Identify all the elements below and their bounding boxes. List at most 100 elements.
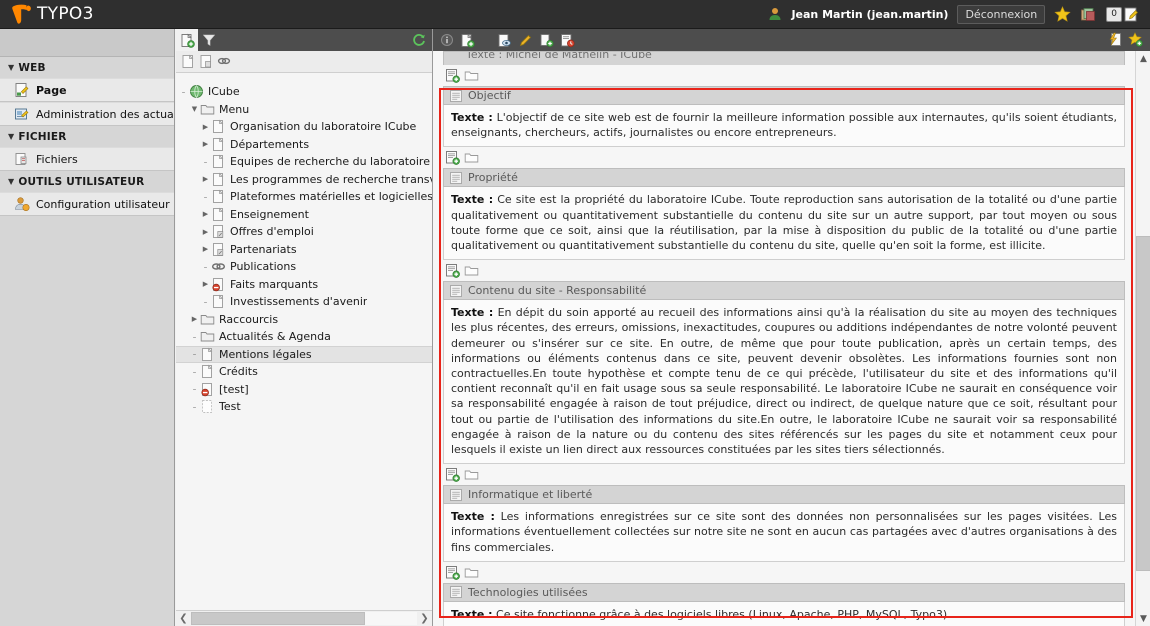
- refresh-icon[interactable]: [412, 33, 426, 47]
- new-content-element-icon[interactable]: [445, 150, 460, 166]
- tree-node[interactable]: ▶ Raccourcis: [176, 311, 432, 329]
- caret-right-icon[interactable]: ▶: [200, 210, 211, 218]
- sidebar-group-fichier[interactable]: ▼ FICHIER: [0, 126, 174, 147]
- page-icon: [211, 189, 226, 204]
- content-vertical-scrollbar[interactable]: ▲ ▼: [1135, 51, 1150, 626]
- tree-node[interactable]: – Publications: [176, 258, 432, 276]
- new-content-element-icon[interactable]: [445, 565, 460, 580]
- clear-cache-icon[interactable]: [1108, 32, 1123, 47]
- clipboard-icon[interactable]: [1080, 6, 1097, 23]
- content-element-header[interactable]: Objectif: [443, 86, 1125, 105]
- caret-right-icon[interactable]: ▶: [200, 123, 211, 131]
- caret-right-icon[interactable]: ▶: [200, 245, 211, 253]
- content-element-body: Texte : L'objectif de ce site web est de…: [443, 105, 1125, 148]
- content-element-body: Texte : Ce site est la propriété du labo…: [443, 187, 1125, 261]
- sidebar-group-web[interactable]: ▼ WEB: [0, 57, 174, 78]
- info-icon[interactable]: [436, 30, 457, 51]
- logout-button[interactable]: Déconnexion: [957, 4, 1046, 24]
- caret-right-icon[interactable]: ▶: [200, 228, 211, 236]
- sidebar-item-administration-des-actualit-s[interactable]: Administration des actualités: [0, 102, 174, 126]
- paste-folder-icon[interactable]: [464, 150, 479, 165]
- content-element[interactable]: Technologies utilisées Texte : Ce site fo…: [443, 582, 1125, 626]
- filter-funnel-icon[interactable]: [198, 29, 220, 51]
- new-page-icon[interactable]: [176, 29, 198, 51]
- tree-node[interactable]: ▶ Départements: [176, 136, 432, 154]
- content-element-text: Les informations enregistrées sur ce sit…: [451, 510, 1117, 554]
- tree-node-label: [test]: [219, 382, 249, 396]
- content-element[interactable]: Contenu du site - Responsabilité Texte : …: [443, 281, 1125, 465]
- tree-node-label: Test: [219, 400, 241, 414]
- tree-node[interactable]: ▶ Partenariats: [176, 241, 432, 259]
- move-page-icon[interactable]: [536, 30, 557, 51]
- view-page-icon[interactable]: [494, 30, 515, 51]
- caret-right-icon[interactable]: ▶: [189, 315, 200, 323]
- new-record-icon[interactable]: [457, 30, 478, 51]
- content-element[interactable]: Propriété Texte : Ce site est la propriét…: [443, 168, 1125, 261]
- tree-node[interactable]: ▶ Les programmes de recherche transv: [176, 171, 432, 189]
- tree-node-label: Menu: [219, 102, 250, 116]
- tree-node[interactable]: – Mentions légales: [176, 345, 432, 363]
- content-element[interactable]: Objectif Texte : L'objectif de ce site we…: [443, 86, 1125, 148]
- caret-right-icon[interactable]: ▶: [200, 140, 211, 148]
- chevron-right-icon[interactable]: ❯: [417, 611, 432, 626]
- sidebar-group-outils-utilisateur[interactable]: ▼ OUTILS UTILISATEUR: [0, 171, 174, 192]
- add-bookmark-icon[interactable]: [1128, 32, 1143, 47]
- sidebar-item-configuration-utilisateur[interactable]: Configuration utilisateur: [0, 192, 174, 216]
- new-content-element-icon[interactable]: [445, 68, 460, 83]
- new-content-element-icon[interactable]: [445, 467, 460, 483]
- element-actions: [439, 65, 1129, 86]
- caret-down-icon[interactable]: ▼: [189, 105, 200, 113]
- content-element-header[interactable]: Informatique et liberté: [443, 485, 1125, 505]
- page-blank-icon[interactable]: [181, 54, 196, 69]
- paste-folder-icon[interactable]: [464, 68, 479, 83]
- tree-node-label: Faits marquants: [230, 277, 319, 291]
- new-content-element-icon[interactable]: [445, 263, 460, 279]
- clipboard-count-group[interactable]: 0: [1106, 6, 1140, 23]
- tree-node[interactable]: – Investissements d'avenir: [176, 293, 432, 311]
- tree-node[interactable]: ▼ Menu: [176, 101, 432, 119]
- history-icon[interactable]: [557, 30, 578, 51]
- star-icon[interactable]: [1054, 5, 1071, 23]
- tree-node[interactable]: – ICube: [176, 83, 432, 101]
- user-settings-icon: [14, 196, 30, 212]
- tree-node[interactable]: – [test]: [176, 381, 432, 399]
- tree-node[interactable]: – Test: [176, 398, 432, 416]
- content-element[interactable]: Informatique et liberté Texte : Les infor…: [443, 485, 1125, 562]
- chevron-down-icon[interactable]: ▼: [1136, 611, 1150, 626]
- paste-folder-icon[interactable]: [464, 565, 479, 580]
- tree-node[interactable]: – Plateformes matérielles et logicielles: [176, 188, 432, 206]
- content-element-header[interactable]: Contenu du site - Responsabilité: [443, 281, 1125, 301]
- page-shortcut-icon: [211, 224, 226, 239]
- page-tree-horizontal-scrollbar[interactable]: ❮ ❯: [176, 610, 432, 626]
- sidebar-item-page[interactable]: Page: [0, 78, 174, 102]
- paste-folder-icon[interactable]: [464, 263, 479, 278]
- tree-node[interactable]: ▶ Organisation du laboratoire ICube: [176, 118, 432, 136]
- pencil-document-icon[interactable]: [1123, 6, 1140, 23]
- brand-logo[interactable]: TYPO3: [0, 4, 94, 24]
- tree-node-label: Les programmes de recherche transv: [230, 172, 432, 186]
- caret-right-icon[interactable]: ▶: [200, 280, 211, 288]
- chevron-up-icon[interactable]: ▲: [1136, 51, 1150, 66]
- link-chain-icon[interactable]: [217, 54, 232, 69]
- vscroll-thumb[interactable]: [1136, 236, 1150, 571]
- content-toolbar: [433, 29, 1150, 51]
- tree-node[interactable]: – Equipes de recherche du laboratoire I: [176, 153, 432, 171]
- edit-pencil-icon[interactable]: [515, 30, 536, 51]
- hscroll-thumb[interactable]: [191, 612, 366, 625]
- tree-node[interactable]: – Crédits: [176, 363, 432, 381]
- tree-node[interactable]: – Actualités & Agenda: [176, 328, 432, 346]
- hscroll-track[interactable]: [191, 612, 417, 625]
- chevron-left-icon[interactable]: ❮: [176, 611, 191, 626]
- paste-folder-icon[interactable]: [464, 467, 479, 482]
- tree-node[interactable]: ▶ Faits marquants: [176, 276, 432, 294]
- tree-node[interactable]: ▶ Enseignement: [176, 206, 432, 224]
- text-field-label: Texte :: [451, 193, 494, 207]
- tree-node[interactable]: ▶ Offres d'emploi: [176, 223, 432, 241]
- page-shortcut-icon[interactable]: [199, 54, 214, 69]
- caret-right-icon[interactable]: ▶: [200, 175, 211, 183]
- content-element-header[interactable]: Technologies utilisées: [443, 582, 1125, 602]
- content-element-title: Propriété: [468, 171, 518, 185]
- content-element-header[interactable]: Propriété: [443, 168, 1125, 188]
- sidebar-item-fichiers[interactable]: Fichiers: [0, 147, 174, 171]
